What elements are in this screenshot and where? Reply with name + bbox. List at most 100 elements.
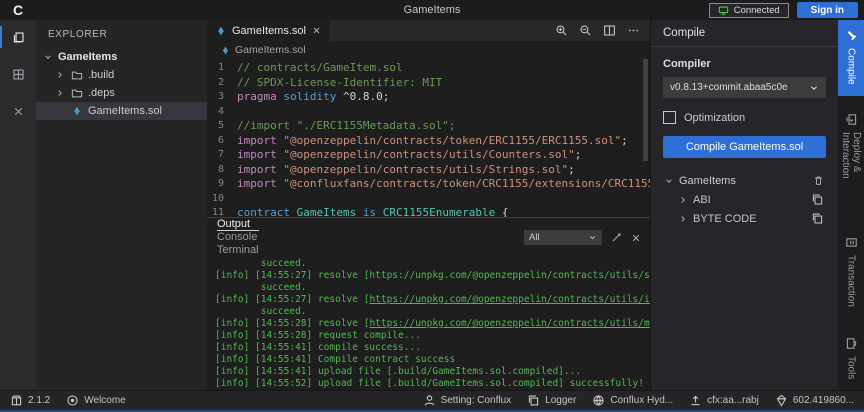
statusbar-item[interactable]: cfx:aa...rabj [689,394,759,407]
zoom-out-icon[interactable] [579,24,592,37]
code-line: 6import "@openzeppelin/contracts/token/E… [207,134,650,149]
editor-column: GameItems.sol [207,20,650,390]
code-editor[interactable]: 1// contracts/GameItem.sol2// SPDX-Licen… [207,59,650,217]
statusbar-item-label: Welcome [84,395,126,406]
explorer-item[interactable]: .deps [36,84,207,102]
person-icon [423,394,436,407]
log-line: [info] [14:55:52] upload file [.build/Ga… [215,378,650,390]
statusbar-item[interactable]: Logger [527,394,576,407]
compile-tree-item[interactable]: BYTE CODE [663,209,826,228]
compiler-version-dropdown[interactable]: v0.8.13+commit.abaa5c0e [663,77,826,98]
tab-close-icon[interactable] [312,26,321,35]
chevron-right-icon [677,214,689,224]
compile-button[interactable]: Compile GameItems.sol [663,136,826,158]
log-line: [info] [14:55:41] upload file [.build/Ga… [215,366,650,378]
tab-gameitems-sol[interactable]: GameItems.sol [207,20,330,41]
folder-icon [70,87,84,99]
close-panel-icon[interactable] [631,233,641,243]
code-line: 11contract GameItems is CRC1155Enumerabl… [207,206,650,217]
compiler-label: Compiler [663,58,826,70]
explorer-item-label: .deps [88,87,115,99]
chevron-down-icon [663,176,675,186]
gem-icon [775,394,788,407]
right-tab-label: Transaction [846,255,857,307]
right-tab-label: Compile [846,48,857,85]
statusbar-item-label: Conflux Hyd... [610,395,673,406]
statusbar-item[interactable]: Welcome [66,394,126,407]
log-line: succeed. [215,282,650,294]
signin-button[interactable]: Sign in [797,2,858,18]
compiled-contract-row[interactable]: GameItems [663,171,826,190]
output-tab-terminal[interactable]: Terminal [217,244,259,257]
split-editor-icon[interactable] [603,24,616,37]
monitor-icon [718,5,729,16]
chainide-window: C GameItems Connected Sign in EXPLORER G… [0,0,864,412]
solidity-icon [221,45,230,56]
statusbar-item-label: Logger [545,395,576,406]
explorer-root-gameitems[interactable]: GameItems [36,48,207,66]
chevron-right-icon [54,70,66,80]
explorer-tree: .build .deps GameItems.sol [36,66,207,120]
explorer-item[interactable]: GameItems.sol [36,102,207,120]
compile-tree-item[interactable]: ABI [663,190,826,209]
log-line: [info] [14:55:27] resolve [https://unpkg… [215,294,650,306]
log-line: [info] [14:55:27] resolve [https://unpkg… [215,270,650,282]
code-line: 2// SPDX-License-Identifier: MIT [207,76,650,91]
connected-label: Connected [734,5,780,16]
activity-item-files[interactable] [0,26,36,48]
explorer-item-label: .build [88,69,114,81]
output-tab-console[interactable]: Console [217,231,259,244]
compile-result-tree: GameItems ABI BYTE CODE [663,171,826,228]
compile-tree-item-label: ABI [693,194,711,206]
explorer-item-label: GameItems.sol [88,105,162,117]
connected-button[interactable]: Connected [709,3,789,18]
activity-item-grid-plus[interactable] [0,63,36,85]
breadcrumb[interactable]: GameItems.sol [207,41,650,59]
chevron-down-icon [42,52,54,62]
upload-icon [689,394,702,407]
app-logo: C [0,0,36,20]
optimization-label: Optimization [684,112,745,124]
more-actions-icon[interactable] [627,24,640,37]
compile-panel: Compile Compiler v0.8.13+commit.abaa5c0e… [650,20,838,390]
zoom-in-icon[interactable] [555,24,568,37]
code-line: 3pragma solidity ^0.8.0; [207,90,650,105]
statusbar-item-label: 602.419860... [793,395,854,406]
statusbar-item[interactable]: Conflux Hyd... [592,394,673,407]
output-panel: OutputConsoleTerminal All [207,217,650,390]
compile-tree-item-label: BYTE CODE [693,213,757,225]
output-tabbar: OutputConsoleTerminal All [207,218,650,257]
right-tab-strip: Compile Deploy & Interaction Transaction To… [838,20,864,390]
right-tab-deploy-interaction[interactable]: Deploy & Interaction [838,104,864,197]
chevron-right-icon [677,195,689,205]
x-tool-icon [12,105,25,118]
main-area: EXPLORER GameItems .build.depsGameItems.… [0,20,864,390]
compile-panel-title: Compile [651,20,838,47]
copy-icon[interactable] [811,212,826,225]
copy-icon[interactable] [811,193,826,206]
log-filter-dropdown[interactable]: All [524,230,602,245]
folder-icon [70,69,84,81]
grid-plus-icon [12,68,25,81]
right-tab-tools[interactable]: Tools [838,328,864,390]
code-line: 7import "@openzeppelin/contracts/utils/C… [207,148,650,163]
activity-bar [0,20,36,390]
output-tab-output[interactable]: Output [217,218,259,231]
hammer-icon [845,29,858,42]
code-line: 5//import "./ERC1155Metadata.sol"; [207,119,650,134]
right-tab-transaction[interactable]: Transaction [838,227,864,318]
right-tab-label: Tools [846,356,857,379]
editor-scrollbar[interactable] [643,59,648,161]
clear-output-icon[interactable] [611,232,622,243]
statusbar-item[interactable]: 2.1.2 [10,394,50,407]
code-line: 8import "@openzeppelin/contracts/utils/S… [207,163,650,178]
transaction-icon [845,236,858,249]
right-tab-compile[interactable]: Compile [838,20,864,96]
statusbar-item[interactable]: 602.419860... [775,394,854,407]
explorer-panel: EXPLORER GameItems .build.depsGameItems.… [36,20,207,390]
trash-icon[interactable] [813,175,826,186]
explorer-item[interactable]: .build [36,66,207,84]
activity-item-x-tool[interactable] [0,100,36,122]
statusbar-item[interactable]: Setting: Conflux [423,394,512,407]
optimization-checkbox[interactable] [663,111,676,124]
